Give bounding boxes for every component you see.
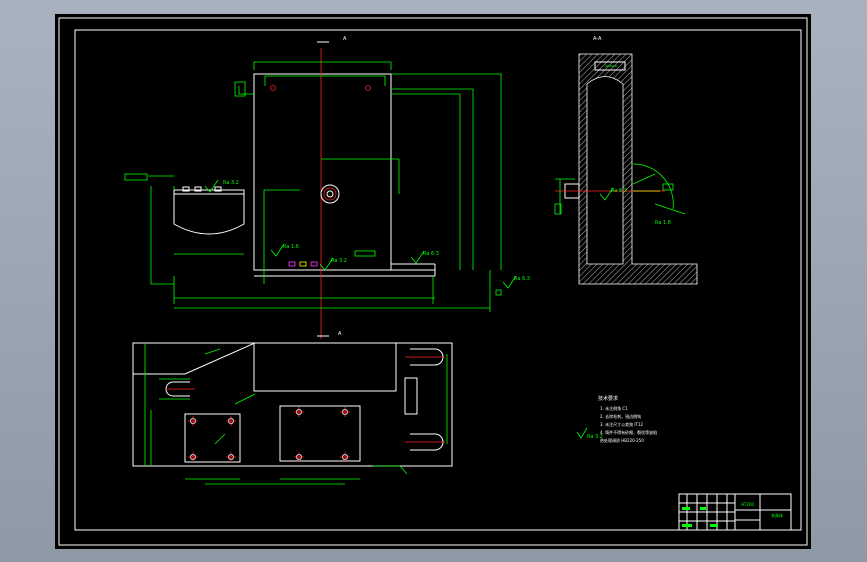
- part-name-label: 夹具体: [771, 512, 783, 518]
- section-label-top: A: [343, 36, 347, 42]
- roughness-label: Ra 6.3: [423, 251, 439, 257]
- front-view: Ra 3.2 Ra 1.6 Ra 3.2 Ra 6.3 Ra 6.3 A A: [124, 36, 530, 339]
- roughness-label: Ra 1.6: [283, 244, 299, 250]
- roughness-label: Ra 1.6: [655, 220, 671, 226]
- plan-view: [132, 342, 453, 485]
- cad-viewport[interactable]: Ra 3.2 Ra 1.6 Ra 3.2 Ra 6.3 Ra 6.3 A A A…: [0, 0, 867, 562]
- section-view-label: A-A: [593, 36, 602, 42]
- roughness-label: Ra 3.2: [587, 434, 603, 440]
- tech-line: 热处理调质 HB220-250: [600, 437, 644, 443]
- roughness-label: Ra 6.3: [611, 188, 627, 194]
- roughness-label: Ra 3.2: [223, 180, 239, 186]
- tech-line: 1. 未注倒角 C1: [600, 405, 628, 411]
- roughness-label: Ra 3.2: [331, 258, 347, 264]
- tech-title: 技术要求: [598, 395, 618, 402]
- tech-line: 4. 铸件不得有砂眼、裂纹等缺陷: [600, 429, 657, 435]
- drawing-sheet: Ra 3.2 Ra 1.6 Ra 3.2 Ra 6.3 Ra 6.3 A A A…: [55, 14, 811, 549]
- section-view: A-A Ra 6.3 Ra 1.6: [554, 36, 698, 285]
- tech-line: 3. 未注尺寸公差按 IT12: [600, 421, 644, 427]
- section-label-bottom: A: [338, 331, 342, 337]
- drawing-canvas: Ra 3.2 Ra 1.6 Ra 3.2 Ra 6.3 Ra 6.3 A A A…: [58, 17, 808, 546]
- material-label: HT200: [741, 502, 755, 507]
- tech-requirements: 技术要求 1. 未注倒角 C1 2. 去除毛刺，锐边倒钝 3. 未注尺寸公差按 …: [576, 395, 657, 443]
- title-block: HT200 夹具体: [678, 493, 792, 531]
- roughness-label: Ra 6.3: [514, 276, 530, 282]
- tech-line: 2. 去除毛刺，锐边倒钝: [600, 413, 641, 419]
